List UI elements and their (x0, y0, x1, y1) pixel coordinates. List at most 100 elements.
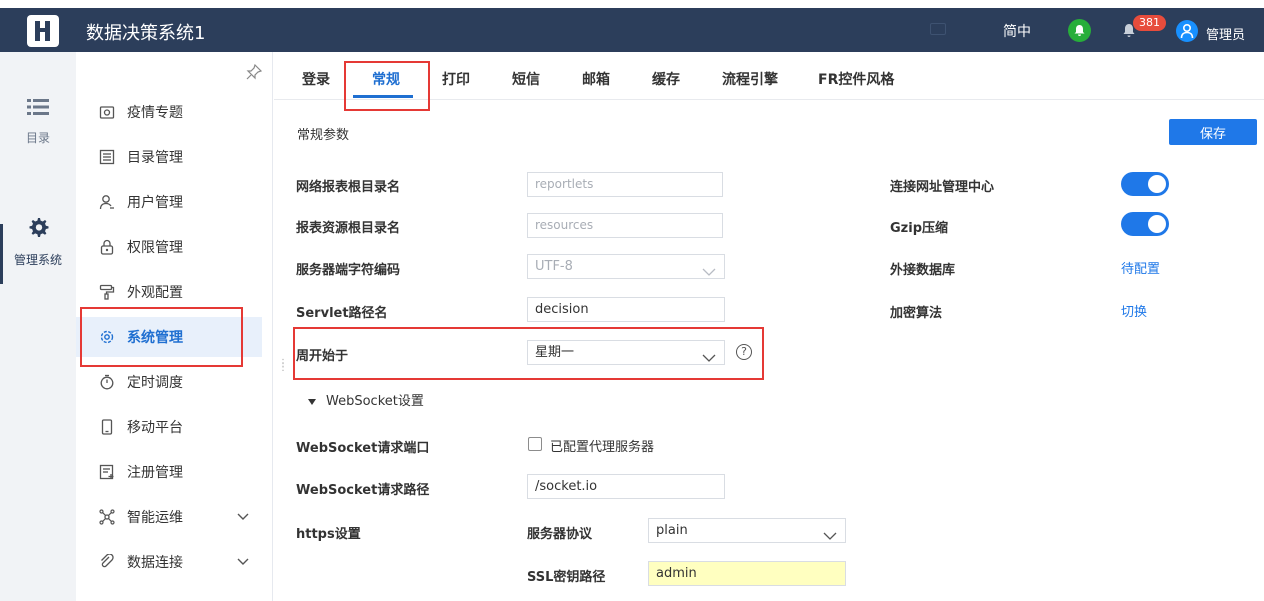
active-tab-indicator (353, 95, 413, 98)
sidebar-item-label: 移动平台 (127, 420, 183, 436)
sidebar-item-directory[interactable]: 目录管理 (76, 137, 262, 177)
sidebar-item-epidemic[interactable]: 疫情专题 (76, 92, 262, 132)
external-db-link[interactable]: 待配置 (1121, 258, 1160, 277)
chevron-down-icon (702, 262, 716, 285)
tab-sms[interactable]: 短信 (512, 69, 540, 89)
tab-fr-style[interactable]: FR控件风格 (818, 69, 894, 89)
sidebar-item-label: 目录管理 (127, 150, 183, 166)
charset-select[interactable]: UTF-8 (527, 254, 725, 279)
user-icon (98, 193, 116, 211)
gzip-toggle[interactable] (1121, 212, 1169, 236)
message-icon[interactable] (1068, 19, 1091, 42)
top-bar: 数据决策系统1 简中 381 管理员 (0, 8, 1264, 52)
url-center-toggle[interactable] (1121, 172, 1169, 196)
proxy-checkbox-label[interactable]: 已配置代理服务器 (550, 436, 654, 455)
language-switch[interactable]: 简中 (1003, 21, 1031, 41)
caret-down-icon (308, 398, 316, 405)
websocket-section-label: WebSocket设置 (326, 394, 424, 409)
help-icon[interactable]: ? (736, 344, 752, 360)
timer-icon (98, 373, 116, 391)
chevron-down-icon (702, 348, 716, 371)
ws-path-label: WebSocket请求路径 (296, 483, 430, 498)
sidebar-item-users[interactable]: 用户管理 (76, 182, 262, 222)
protocol-label: 服务器协议 (527, 527, 593, 542)
encryption-label: 加密算法 (890, 306, 943, 321)
gear-icon (29, 218, 49, 237)
tab-print[interactable]: 打印 (442, 69, 470, 89)
rail-system[interactable]: 管理系统 (0, 216, 76, 268)
app-title: 数据决策系统1 (86, 23, 206, 44)
register-icon (98, 463, 116, 481)
protocol-value: plain (656, 523, 688, 538)
network-icon (98, 508, 116, 526)
dashboard-icon (98, 103, 116, 121)
save-button[interactable]: 保存 (1169, 119, 1257, 145)
tab-login[interactable]: 登录 (302, 69, 330, 89)
pin-icon[interactable] (246, 63, 263, 84)
sidebar-item-label: 定时调度 (127, 375, 183, 391)
paint-roller-icon (98, 283, 116, 301)
url-center-label: 连接网址管理中心 (890, 180, 995, 195)
external-db-label: 外接数据库 (890, 263, 956, 278)
sidebar-item-registration[interactable]: 注册管理 (76, 452, 262, 492)
link-icon (98, 553, 116, 571)
week-start-label: 周开始于 (296, 349, 349, 364)
sidebar-item-permissions[interactable]: 权限管理 (76, 227, 262, 267)
ssl-path-label: SSL密钥路径 (527, 570, 606, 585)
report-root-input[interactable]: reportlets (527, 172, 723, 197)
servlet-input[interactable]: decision (527, 297, 725, 322)
tab-email[interactable]: 邮箱 (582, 69, 610, 89)
resource-root-input[interactable]: resources (527, 213, 723, 238)
sidebar-item-label: 外观配置 (127, 285, 183, 301)
sidebar-item-label: 注册管理 (127, 465, 183, 481)
section-title: 常规参数 (297, 128, 350, 143)
tab-cache[interactable]: 缓存 (652, 69, 680, 89)
encryption-link[interactable]: 切换 (1121, 301, 1147, 320)
sidebar-item-label: 智能运维 (127, 510, 183, 526)
sidebar-item-system[interactable]: 系统管理 (76, 317, 262, 357)
sidebar-item-label: 权限管理 (127, 240, 183, 256)
list-icon (98, 148, 116, 166)
list-icon (27, 99, 49, 115)
websocket-section-toggle[interactable]: WebSocket设置 (308, 390, 424, 409)
sidebar-item-appearance[interactable]: 外观配置 (76, 272, 262, 312)
servlet-label: Servlet路径名 (296, 306, 388, 321)
user-avatar-icon[interactable] (1176, 20, 1198, 42)
tab-general[interactable]: 常规 (372, 69, 400, 89)
lock-icon (98, 238, 116, 256)
https-label: https设置 (296, 527, 361, 542)
sidebar-item-label: 数据连接 (127, 555, 183, 571)
ws-path-input[interactable]: /socket.io (527, 474, 725, 499)
gzip-label: Gzip压缩 (890, 221, 948, 236)
mobile-icon (98, 418, 116, 436)
user-name[interactable]: 管理员 (1206, 24, 1245, 43)
rail-directory-label: 目录 (25, 131, 50, 145)
sidebar-item-data-connection[interactable]: 数据连接 (76, 542, 262, 582)
sidebar-item-ops[interactable]: 智能运维 (76, 497, 262, 537)
sidebar-item-schedule[interactable]: 定时调度 (76, 362, 262, 402)
protocol-select[interactable]: plain (648, 518, 846, 543)
chevron-down-icon (823, 526, 837, 549)
sidebar: 疫情专题 目录管理 用户管理 权限管理 外观配置 系统管理 定时调度 移动平台 … (76, 52, 273, 601)
icon-rail: 目录 管理系统 (0, 52, 76, 601)
week-start-select[interactable]: 星期一 (527, 340, 725, 365)
rail-directory[interactable]: 目录 (0, 98, 76, 146)
sidebar-item-label: 用户管理 (127, 195, 183, 211)
notification-badge: 381 (1133, 15, 1166, 31)
proxy-checkbox[interactable] (528, 437, 542, 451)
ssl-path-input[interactable]: admin (648, 561, 846, 586)
chevron-down-icon (236, 509, 250, 527)
week-start-value: 星期一 (535, 345, 575, 360)
tab-workflow[interactable]: 流程引擎 (722, 69, 778, 89)
sidebar-item-label: 疫情专题 (127, 105, 183, 121)
resource-root-label: 报表资源根目录名 (296, 221, 401, 236)
sidebar-item-mobile[interactable]: 移动平台 (76, 407, 262, 447)
sidebar-item-label: 系统管理 (127, 330, 183, 346)
ws-port-label: WebSocket请求端口 (296, 441, 430, 456)
charset-label: 服务器端字符编码 (296, 263, 401, 278)
app-logo[interactable] (27, 15, 59, 47)
rail-system-label: 管理系统 (13, 253, 62, 267)
chevron-down-icon (236, 554, 250, 572)
gear-icon (98, 328, 116, 346)
screen-icon[interactable] (930, 23, 946, 35)
